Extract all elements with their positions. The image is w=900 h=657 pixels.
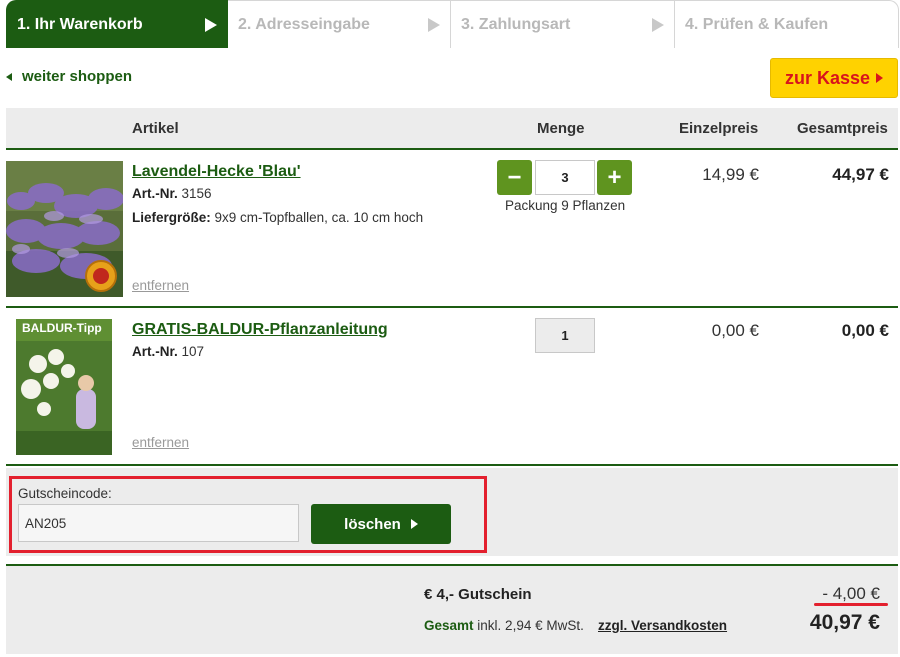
unit-price: 0,00 €	[711, 321, 759, 340]
arrow-right-icon	[205, 18, 217, 32]
header-total-price: Gesamtpreis	[797, 120, 888, 137]
article-number-value: 107	[181, 344, 205, 359]
continue-shopping-label: weiter shoppen	[22, 68, 133, 85]
checkout-button-label: zur Kasse	[784, 67, 871, 88]
checkout-steps: 1. Ihr Warenkorb 2. Adresseingabe 3. Zah…	[6, 0, 899, 48]
quantity-increase-button[interactable]: +	[597, 160, 632, 195]
guide-booklet-title: BALDUR-Tipp	[22, 321, 102, 335]
remove-item-link[interactable]: entfernen	[132, 435, 189, 450]
article-number-label: Art.-Nr.	[132, 186, 178, 201]
delivery-size: Liefergröße: 9x9 cm-Topfballen, ca. 10 c…	[132, 210, 423, 225]
cart-table-header: Artikel Menge Einzelpreis Gesamtpreis	[6, 108, 898, 150]
arrow-right-icon	[652, 18, 664, 32]
unit-price: 14,99 €	[702, 165, 759, 184]
remove-item-link[interactable]: entfernen	[132, 278, 189, 293]
step-address[interactable]: 2. Adresseingabe	[228, 0, 451, 48]
pack-size: Packung 9 Pflanzen	[505, 198, 626, 213]
article-number: Art.-Nr. 107	[132, 344, 204, 359]
article-number-value: 3156	[181, 186, 212, 201]
checkout-button[interactable]: zur Kasse	[770, 58, 898, 98]
voucher-label: Gutscheincode:	[18, 486, 112, 501]
arrow-right-icon	[428, 18, 440, 32]
product-image-guide[interactable]: BALDUR-Tipp	[16, 319, 112, 455]
triangle-right-icon	[876, 73, 884, 83]
discount-highlight-underline	[814, 603, 888, 606]
voucher-code-input[interactable]: AN205	[18, 504, 299, 542]
total-vat-line: Gesamt inkl. 2,94 € MwSt.	[424, 618, 584, 633]
step-review[interactable]: 4. Prüfen & Kaufen	[675, 0, 899, 48]
step-address-label: 2. Adresseingabe	[238, 15, 370, 33]
voucher-delete-button[interactable]: löschen	[311, 504, 451, 544]
grand-total: 40,97 €	[809, 611, 880, 634]
voucher-delete-label: löschen	[344, 515, 401, 533]
step-payment[interactable]: 3. Zahlungsart	[451, 0, 675, 48]
delivery-size-value: 9x9 cm-Topfballen, ca. 10 cm hoch	[214, 210, 424, 225]
header-quantity: Menge	[537, 120, 585, 137]
total-price: 0,00 €	[841, 321, 889, 340]
total-label: Gesamt	[424, 618, 474, 633]
product-title-link[interactable]: Lavendel-Hecke 'Blau'	[132, 163, 301, 181]
article-number: Art.-Nr. 3156	[132, 186, 212, 201]
header-unit-price: Einzelpreis	[679, 120, 759, 137]
step-payment-label: 3. Zahlungsart	[461, 15, 571, 33]
vat-text: inkl. 2,94 € MwSt.	[477, 618, 584, 633]
discount-label: € 4,- Gutschein	[424, 586, 532, 603]
total-price: 44,97 €	[832, 165, 889, 184]
article-number-label: Art.-Nr.	[132, 344, 178, 359]
step-cart[interactable]: 1. Ihr Warenkorb	[6, 0, 228, 48]
quantity-input[interactable]: 3	[535, 160, 595, 195]
step-review-label: 4. Prüfen & Kaufen	[685, 15, 829, 33]
product-image-lavender[interactable]	[6, 161, 123, 297]
quantity-input: 1	[535, 318, 595, 353]
quantity-decrease-button[interactable]: −	[497, 160, 532, 195]
order-summary	[6, 564, 898, 654]
triangle-right-icon	[410, 519, 418, 529]
cart-item-lavender: Lavendel-Hecke 'Blau' Art.-Nr. 3156 Lief…	[6, 150, 898, 308]
header-article: Artikel	[132, 120, 179, 137]
discount-value: - 4,00 €	[822, 584, 880, 603]
delivery-size-label: Liefergröße:	[132, 210, 211, 225]
shipping-costs-link[interactable]: zzgl. Versandkosten	[598, 618, 727, 633]
step-cart-label: 1. Ihr Warenkorb	[17, 15, 143, 33]
triangle-left-icon	[6, 72, 12, 81]
product-title-link[interactable]: GRATIS-BALDUR-Pflanzanleitung	[132, 321, 388, 339]
cart-item-guide: BALDUR-Tipp GRATIS-BALDUR-Pflanzanleitun…	[6, 308, 898, 466]
continue-shopping-link[interactable]: weiter shoppen	[6, 68, 132, 85]
